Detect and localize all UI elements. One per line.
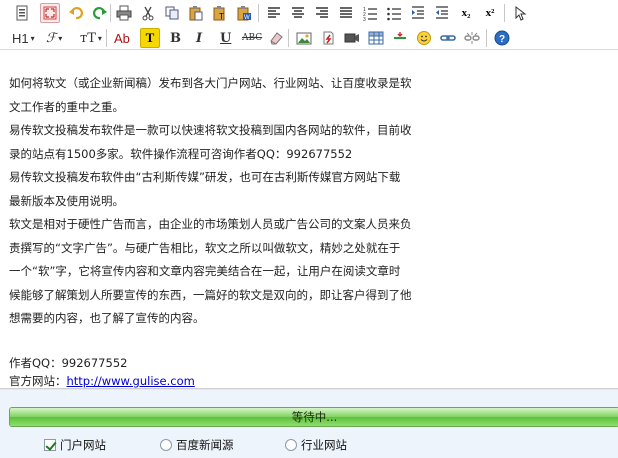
unordered-list-icon[interactable] xyxy=(384,3,404,23)
content-line: 一个“软”字，它将宣传内容和文章内容完美结合在一起，让用户在阅读文章时 xyxy=(9,264,401,278)
content-line: 想需要的内容，也了解了宣传的内容。 xyxy=(9,311,205,325)
heading-dropdown[interactable]: H1 ▾ xyxy=(12,28,35,48)
source-icon[interactable] xyxy=(12,3,32,23)
underline-button[interactable]: U xyxy=(220,28,231,48)
svg-text:T: T xyxy=(219,12,224,21)
content-line: 录的站点有1500多家。软件操作流程可咨询作者QQ：992677552 xyxy=(9,146,353,161)
italic-button[interactable]: I xyxy=(196,28,202,48)
superscript-icon[interactable]: x² xyxy=(480,3,500,23)
copy-icon[interactable] xyxy=(162,3,182,23)
table-icon[interactable] xyxy=(366,28,386,48)
industry-radio[interactable] xyxy=(285,439,297,451)
fullscreen-icon[interactable] xyxy=(40,3,60,23)
hr-icon[interactable] xyxy=(390,28,410,48)
option-label: 行业网站 xyxy=(301,438,347,452)
content-line: 文工作者的重中之重。 xyxy=(9,99,124,114)
outdent-icon[interactable] xyxy=(432,3,452,23)
bold-button[interactable]: B xyxy=(170,28,181,48)
option-baidu-news[interactable]: 百度新闻源 xyxy=(160,437,234,453)
heading-label: H1 xyxy=(12,30,29,46)
progress-text: 等待中... xyxy=(291,410,338,424)
font-color-button[interactable]: Ab xyxy=(114,28,130,48)
svg-text:?: ? xyxy=(499,34,505,45)
select-all-icon[interactable] xyxy=(510,3,530,23)
chevron-down-icon: ▾ xyxy=(58,33,63,43)
subscript-icon[interactable]: x₂ xyxy=(456,3,476,23)
content-line: 最新版本及使用说明。 xyxy=(9,193,124,208)
option-label: 百度新闻源 xyxy=(176,438,234,452)
paste-text-icon[interactable]: T xyxy=(210,3,230,23)
content-line: 软文是相对于硬性广告而言，由企业的市场策划人员或广告公司的文案人员来负 xyxy=(9,217,412,231)
font-family-label: ℱ xyxy=(46,30,57,46)
site-prefix: 官方网站： xyxy=(9,374,67,388)
flash-icon[interactable] xyxy=(318,28,338,48)
paste-icon[interactable] xyxy=(186,3,206,23)
site-link[interactable]: http://www.gulise.com xyxy=(67,374,195,388)
strikethrough-button[interactable]: ABC xyxy=(242,28,262,48)
remove-format-icon[interactable] xyxy=(266,28,286,48)
chevron-down-icon: ▾ xyxy=(30,33,35,43)
content-line: 责撰写的“文字广告”。与硬广告相比，软文之所以叫做软文，精妙之处就在于 xyxy=(9,240,401,255)
emoticon-icon[interactable] xyxy=(414,28,434,48)
undo-icon[interactable] xyxy=(66,3,86,23)
content-line: 候能够了解策划人所要宣传的东西，一篇好的软文是双向的，即让客户得到了他 xyxy=(9,287,412,302)
unlink-icon[interactable] xyxy=(462,28,482,48)
media-icon[interactable] xyxy=(342,28,362,48)
author-line: 作者QQ：992677552 xyxy=(9,356,128,370)
editor-content[interactable]: 如何将软文（或企业新闻稿）发布到各大门户网站、行业网站、让百度收录是软 文工作者… xyxy=(0,50,618,388)
highlight-icon[interactable]: T xyxy=(140,28,160,48)
option-portal-sites[interactable]: 门户网站 xyxy=(44,437,106,453)
toolbar-row-1: T W 123 x₂ x² xyxy=(0,0,618,26)
paste-word-icon[interactable]: W xyxy=(234,3,254,23)
font-size-label: ᴛT xyxy=(80,30,96,46)
indent-icon[interactable] xyxy=(408,3,428,23)
print-icon[interactable] xyxy=(114,3,134,23)
align-justify-icon[interactable] xyxy=(336,3,356,23)
about-icon[interactable]: ? xyxy=(492,28,512,48)
progress-bar: 等待中... xyxy=(9,407,618,427)
image-icon[interactable] xyxy=(294,28,314,48)
chevron-down-icon: ▾ xyxy=(97,33,102,43)
toolbar-row-2: H1 ▾ ℱ ▾ ᴛT ▾ Ab T B I U ABC ? xyxy=(0,26,618,50)
portal-checkbox[interactable] xyxy=(44,439,56,451)
content-line: 易传软文投稿发布软件由“古利斯传媒”研发，也可在古利斯传媒官方网站下载 xyxy=(9,170,401,184)
ordered-list-icon[interactable]: 123 xyxy=(360,3,380,23)
font-family-dropdown[interactable]: ℱ ▾ xyxy=(46,28,62,48)
cut-icon[interactable] xyxy=(138,3,158,23)
link-icon[interactable] xyxy=(438,28,458,48)
redo-icon[interactable] xyxy=(90,3,110,23)
baidu-radio[interactable] xyxy=(160,439,172,451)
site-line: 官方网站：http://www.gulise.com xyxy=(9,372,618,388)
svg-text:3: 3 xyxy=(363,17,366,21)
align-center-icon[interactable] xyxy=(288,3,308,23)
content-line: 如何将软文（或企业新闻稿）发布到各大门户网站、行业网站、让百度收录是软 xyxy=(9,76,412,90)
align-right-icon[interactable] xyxy=(312,3,332,23)
font-size-dropdown[interactable]: ᴛT ▾ xyxy=(80,28,102,48)
svg-text:W: W xyxy=(244,15,250,21)
option-label: 门户网站 xyxy=(60,438,106,452)
content-line: 易传软文投稿发布软件是一款可以快速将软文投稿到国内各网站的软件，目前收 xyxy=(9,123,412,137)
align-left-icon[interactable] xyxy=(264,3,284,23)
option-industry-sites[interactable]: 行业网站 xyxy=(285,437,347,453)
